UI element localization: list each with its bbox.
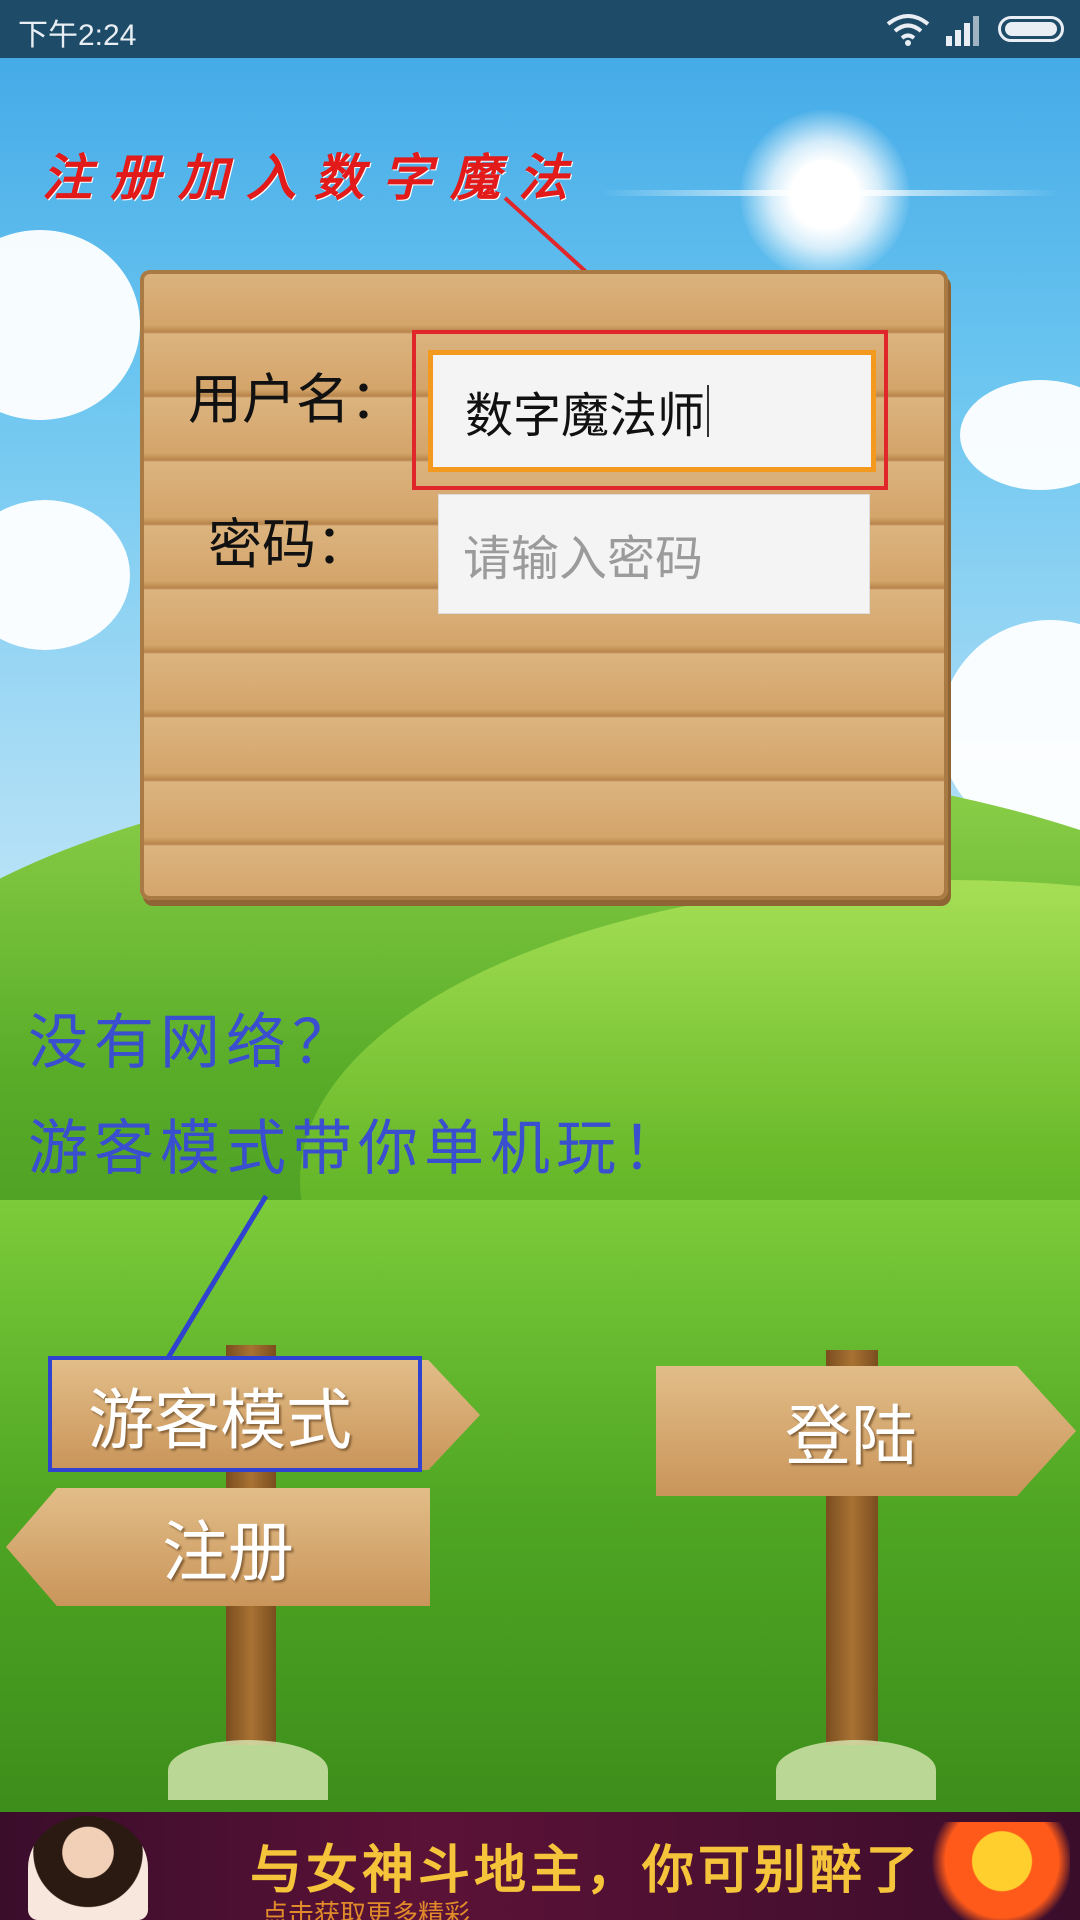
password-input[interactable]: 请输入密码 (438, 494, 870, 614)
register-button[interactable]: 注册 (6, 1488, 430, 1606)
register-title: 注册加入数字魔法 (42, 148, 586, 207)
login-label: 登陆 (785, 1398, 917, 1475)
battery-icon (998, 16, 1064, 42)
grass-tuft (168, 1740, 328, 1800)
grass-tuft (776, 1740, 936, 1800)
register-label: 注册 (162, 1514, 294, 1591)
promo-line-1: 没有网络？ (28, 1008, 358, 1078)
ad-avatar-image (28, 1816, 148, 1920)
guest-highlight-box (48, 1356, 422, 1472)
status-time: 下午2:24 (18, 19, 137, 52)
login-button[interactable]: 登陆 (656, 1366, 1076, 1496)
signal-icon (946, 16, 979, 46)
wifi-icon (886, 14, 930, 46)
promo-line-2: 游客模式带你单机玩！ (28, 1114, 688, 1184)
username-label: 用户名： (188, 368, 404, 431)
username-value: 数字魔法师 (465, 388, 706, 444)
username-input[interactable]: 数字魔法师 (428, 350, 876, 472)
password-placeholder: 请输入密码 (463, 531, 704, 587)
ad-headline: 与女神斗地主，你可别醉了 (250, 1841, 923, 1901)
ad-banner[interactable]: 与女神斗地主，你可别醉了 点击获取更多精彩 (0, 1812, 1080, 1920)
status-bar: 下午2:24 (0, 0, 1080, 58)
text-caret (707, 385, 710, 437)
ad-cards-icon (900, 1822, 1070, 1920)
password-label: 密码： (208, 513, 370, 576)
ad-subtext: 点击获取更多精彩 (262, 1900, 471, 1920)
